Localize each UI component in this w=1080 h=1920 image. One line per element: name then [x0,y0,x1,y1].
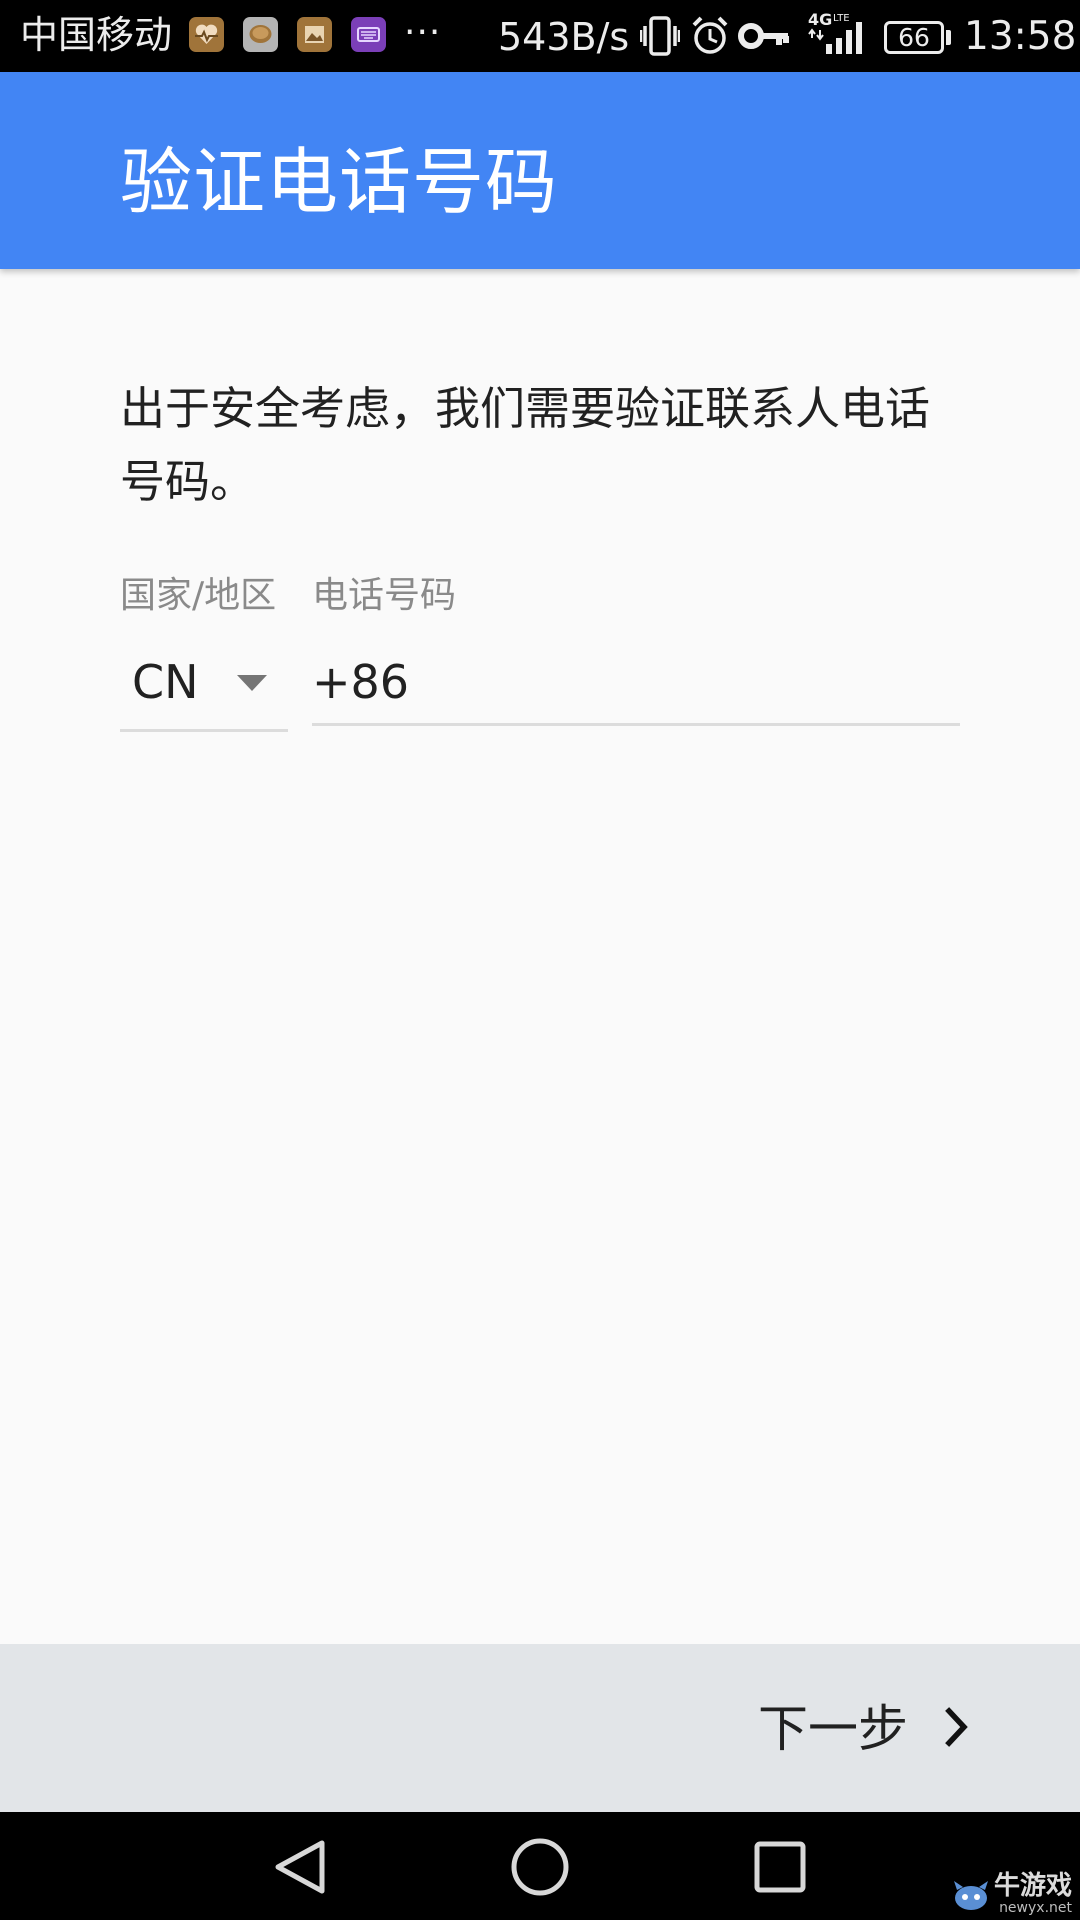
country-select[interactable]: CN [120,640,288,732]
country-value: CN [132,655,199,709]
country-underline [120,729,288,732]
svg-text:LTE: LTE [833,13,850,24]
recents-icon[interactable] [740,1832,820,1902]
svg-text:4G: 4G [808,10,832,29]
mascot-icon [952,1878,990,1916]
battery-level: 66 [898,23,930,52]
navigation-bar: 牛游戏 newyx.net [0,1812,1080,1920]
signal-4g-icon: 4G LTE [806,8,870,64]
next-button[interactable]: 下一步 [758,1684,970,1774]
carrier-name: 中国移动 [20,13,173,57]
phone-number-input[interactable] [312,640,960,726]
watermark-name: 牛游戏 [993,1871,1072,1901]
gallery-app-icon [297,17,332,52]
more-notifications-icon: ··· [404,12,442,53]
clock: 13:58 [964,14,1077,59]
health-app-icon [189,17,224,52]
phone-label: 电话号码 [312,575,457,616]
chevron-right-icon [944,1707,970,1751]
vpn-key-icon [738,14,790,62]
chat-app-icon [243,17,278,52]
app-bar: 验证电话号码 [0,72,1080,269]
watermark-url: newyx.net [999,1900,1072,1916]
keyboard-app-icon [351,17,386,52]
status-bar: 中国移动 ··· 543B/s 4G LTE 66 13:58 [0,0,1080,72]
next-label: 下一步 [758,1700,908,1758]
watermark-logo: 牛游戏 newyx.net [952,1872,1072,1916]
alarm-icon [690,14,730,62]
dropdown-arrow-icon [236,674,268,696]
vibrate-icon [639,14,681,62]
network-speed: 543B/s [498,15,630,59]
country-label: 国家/地区 [120,575,277,616]
security-message: 出于安全考虑，我们需要验证联系人电话号码。 [120,382,931,508]
bottom-action-bar: 下一步 [0,1644,1080,1812]
battery-tip [946,30,951,45]
home-icon[interactable] [500,1832,580,1902]
page-title: 验证电话号码 [120,140,559,224]
back-icon[interactable] [260,1832,340,1902]
